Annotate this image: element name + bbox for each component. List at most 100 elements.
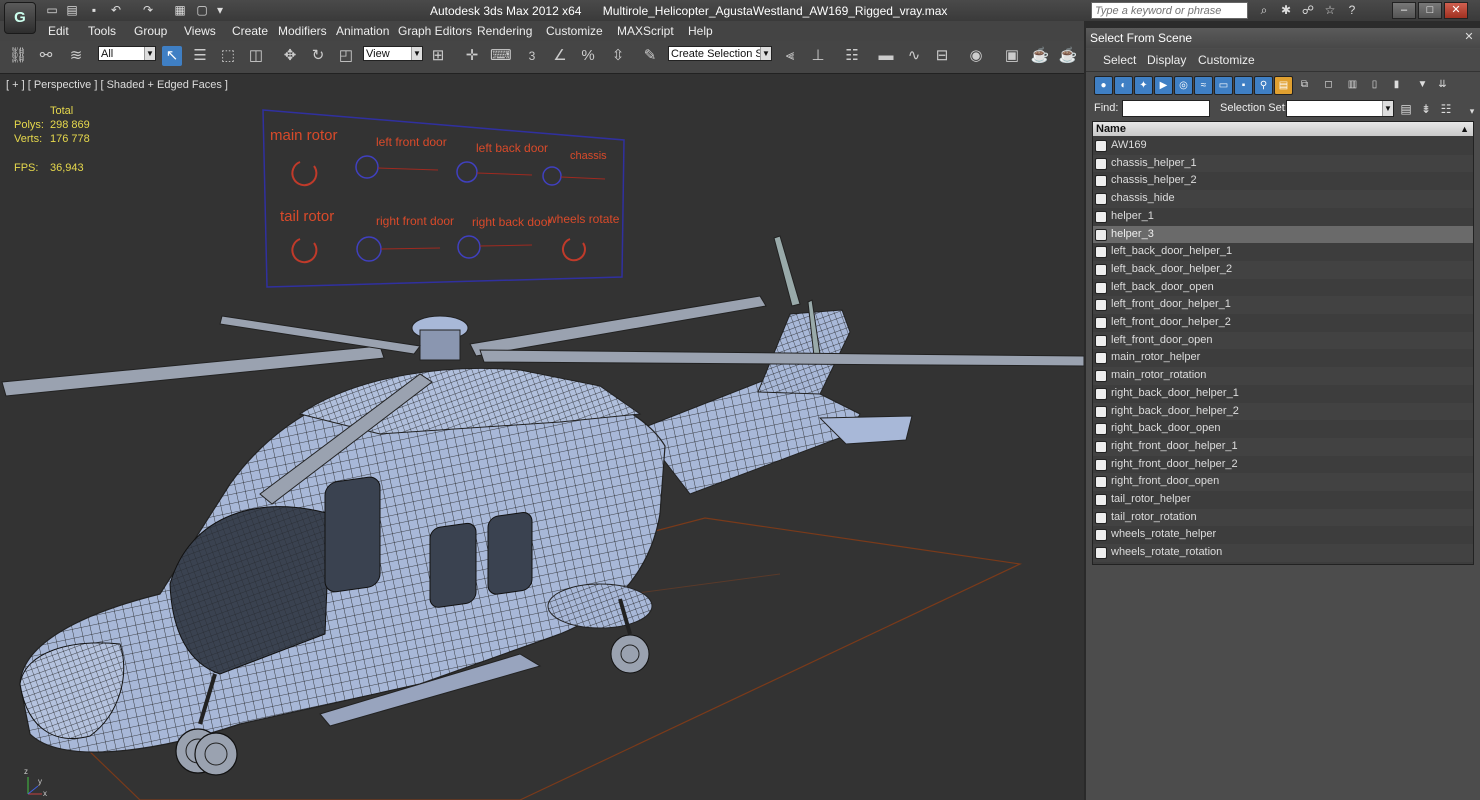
- maximize-button[interactable]: □: [1418, 2, 1442, 19]
- object-row[interactable]: left_back_door_helper_2: [1093, 260, 1473, 279]
- object-row[interactable]: tail_rotor_rotation: [1093, 508, 1473, 527]
- scene-menu-select[interactable]: Select: [1103, 53, 1136, 67]
- close-button[interactable]: ✕: [1444, 2, 1468, 19]
- select-manipulate-icon[interactable]: ✛: [462, 46, 482, 66]
- app-logo-icon[interactable]: G: [4, 2, 36, 34]
- select-object-icon[interactable]: ↖: [162, 46, 182, 66]
- selection-set-dropdown[interactable]: ▼: [1286, 100, 1394, 117]
- left-back-door-slider[interactable]: [456, 161, 478, 183]
- wheels-rotate-control[interactable]: [561, 238, 586, 262]
- reference-coordinate-dropdown[interactable]: View ▼: [363, 46, 423, 61]
- dialog-close-icon[interactable]: ✕: [1462, 30, 1476, 44]
- dialog-title-bar[interactable]: Select From Scene ✕: [1086, 28, 1480, 48]
- quick-access-dropdown-icon[interactable]: ▾: [212, 3, 228, 17]
- mirror-icon[interactable]: ⫷: [780, 46, 800, 66]
- object-row[interactable]: right_back_door_helper_2: [1093, 402, 1473, 421]
- material-editor-icon[interactable]: ◉: [966, 46, 986, 66]
- display-xrefs-icon[interactable]: ▪: [1234, 76, 1253, 95]
- unlink-icon[interactable]: ⚯: [36, 46, 56, 66]
- object-row[interactable]: helper_3: [1093, 225, 1473, 244]
- filter-icon[interactable]: ▼: [1414, 76, 1431, 93]
- display-all-icon[interactable]: ▥: [1344, 76, 1361, 93]
- minimize-button[interactable]: –: [1392, 2, 1416, 19]
- menu-customize[interactable]: Customize: [546, 24, 603, 38]
- communication-icon[interactable]: ☍: [1300, 3, 1316, 17]
- snaps-toggle-icon[interactable]: 3: [522, 46, 542, 66]
- object-row[interactable]: AW169: [1093, 137, 1473, 155]
- display-lights-icon[interactable]: ✦: [1134, 76, 1153, 95]
- percent-snap-icon[interactable]: %: [578, 46, 598, 66]
- undo-icon[interactable]: ↶: [108, 3, 124, 17]
- pivot-center-icon[interactable]: ⊞: [428, 46, 448, 66]
- object-row[interactable]: wheels_rotate_rotation: [1093, 544, 1473, 562]
- panel-options-icon[interactable]: ▾: [1464, 104, 1480, 118]
- name-column-header[interactable]: Name ▲: [1093, 122, 1473, 136]
- object-row[interactable]: chassis_helper_2: [1093, 172, 1473, 190]
- redo-icon[interactable]: ↷: [140, 3, 156, 17]
- menu-tools[interactable]: Tools: [88, 24, 116, 38]
- selection-filter-dropdown[interactable]: All ▼: [98, 46, 156, 61]
- rectangular-selection-icon[interactable]: ⬚: [218, 46, 238, 66]
- display-geometry-icon[interactable]: ●: [1094, 76, 1113, 95]
- save-icon[interactable]: ▪: [86, 3, 102, 17]
- object-row[interactable]: right_back_door_helper_1: [1093, 385, 1473, 403]
- object-row[interactable]: wheels_rotate_helper: [1093, 526, 1473, 544]
- layer-manager-icon[interactable]: ☷: [842, 46, 862, 66]
- rendered-frame-icon[interactable]: ☕: [1030, 46, 1050, 66]
- display-space-warps-icon[interactable]: ≈: [1194, 76, 1213, 95]
- remove-from-set-icon[interactable]: ☷: [1438, 102, 1454, 116]
- display-cameras-icon[interactable]: ▶: [1154, 76, 1173, 95]
- display-bones-icon[interactable]: ⚲: [1254, 76, 1273, 95]
- window-crossing-icon[interactable]: ◫: [246, 46, 266, 66]
- render-setup-icon[interactable]: ▣: [1002, 46, 1022, 66]
- object-row[interactable]: left_front_door_helper_1: [1093, 296, 1473, 314]
- helicopter-model[interactable]: [1, 235, 1084, 776]
- search-input[interactable]: [1091, 2, 1248, 19]
- find-input[interactable]: [1122, 100, 1210, 117]
- perspective-viewport[interactable]: [ + ] [ Perspective ] [ Shaded + Edged F…: [0, 74, 1084, 800]
- object-row[interactable]: right_front_door_helper_1: [1093, 437, 1473, 456]
- link-icon[interactable]: ⛓: [8, 46, 28, 66]
- menu-group[interactable]: Group: [134, 24, 167, 38]
- menu-graph-editors[interactable]: Graph Editors: [398, 24, 472, 38]
- chassis-slider[interactable]: [542, 166, 562, 186]
- display-frozen-icon[interactable]: ⧉: [1296, 76, 1313, 93]
- select-by-name-icon[interactable]: ☰: [190, 46, 210, 66]
- keyboard-shortcut-icon[interactable]: ⌨: [490, 46, 512, 66]
- menu-rendering[interactable]: Rendering: [477, 24, 532, 38]
- menu-animation[interactable]: Animation: [336, 24, 389, 38]
- object-row[interactable]: left_front_door_open: [1093, 331, 1473, 350]
- menu-edit[interactable]: Edit: [48, 24, 69, 38]
- object-row[interactable]: left_back_door_open: [1093, 279, 1473, 297]
- tail-rotor-control[interactable]: [291, 238, 318, 264]
- scene-menu-display[interactable]: Display: [1147, 53, 1186, 67]
- right-back-door-slider[interactable]: [457, 235, 481, 259]
- object-row[interactable]: right_front_door_open: [1093, 473, 1473, 491]
- display-none-icon[interactable]: ▯: [1366, 76, 1383, 93]
- display-invert-icon[interactable]: ▮: [1388, 76, 1405, 93]
- object-row[interactable]: right_back_door_open: [1093, 420, 1473, 438]
- object-row[interactable]: tail_rotor_helper: [1093, 491, 1473, 509]
- control-board[interactable]: main rotor left front door left back doo…: [262, 109, 625, 288]
- menu-modifiers[interactable]: Modifiers: [278, 24, 327, 38]
- display-hidden-icon[interactable]: ◻: [1320, 76, 1337, 93]
- display-helpers-icon[interactable]: ◎: [1174, 76, 1193, 95]
- menu-create[interactable]: Create: [232, 24, 268, 38]
- binoculars-icon[interactable]: ⌕: [1256, 3, 1272, 17]
- edit-named-selection-icon[interactable]: ✎: [640, 46, 660, 66]
- object-row[interactable]: chassis_hide: [1093, 190, 1473, 208]
- object-row[interactable]: main_rotor_rotation: [1093, 367, 1473, 385]
- display-groups-icon[interactable]: ▭: [1214, 76, 1233, 95]
- main-rotor-control[interactable]: [291, 161, 318, 187]
- menu-views[interactable]: Views: [184, 24, 216, 38]
- menu-help[interactable]: Help: [688, 24, 713, 38]
- select-highlighted-icon[interactable]: ▤: [1398, 102, 1414, 116]
- scale-icon[interactable]: ◰: [336, 46, 356, 66]
- render-icon[interactable]: ☕: [1058, 46, 1078, 66]
- named-selection-dropdown[interactable]: Create Selection Se ▼: [668, 46, 772, 61]
- object-row[interactable]: chassis_helper_1: [1093, 154, 1473, 173]
- graphite-ribbon-icon[interactable]: ▬: [876, 46, 896, 66]
- menu-maxscript[interactable]: MAXScript: [617, 24, 674, 38]
- display-shapes-icon[interactable]: ◐: [1114, 76, 1133, 95]
- project-folder-icon[interactable]: ▦: [172, 3, 188, 17]
